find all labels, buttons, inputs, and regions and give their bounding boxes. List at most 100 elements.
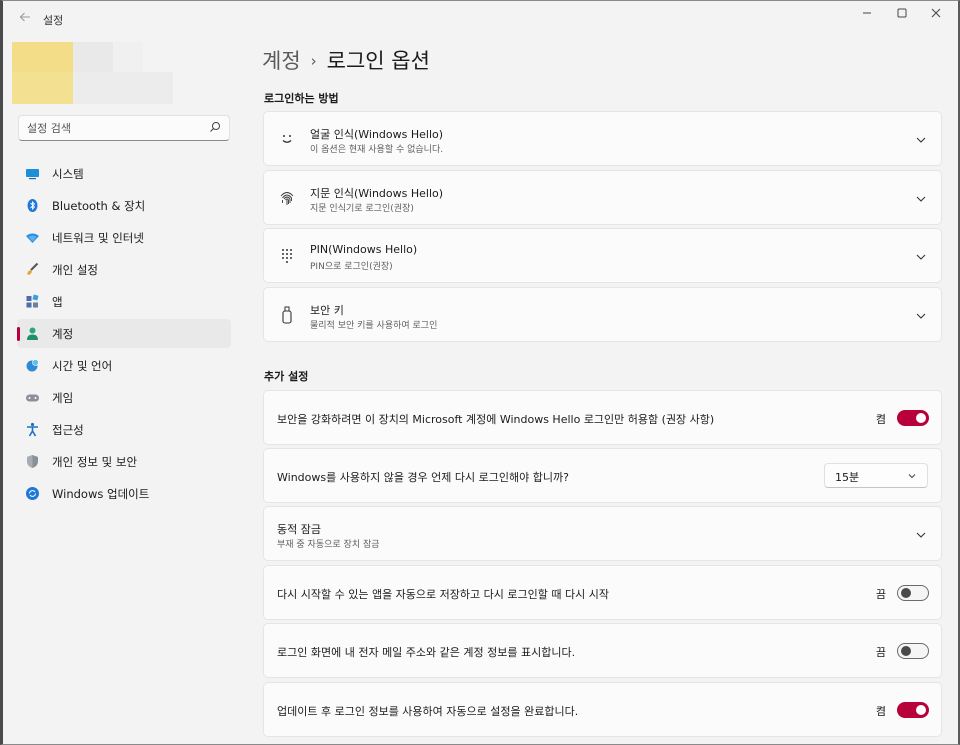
back-arrow-icon [19,12,30,22]
breadcrumb-parent[interactable]: 계정 [262,49,301,73]
close-icon [931,8,941,18]
brush-icon [27,262,39,275]
toggle-state-label: 켬 [875,705,886,718]
apps-icon [26,294,39,308]
maximize-icon [897,8,907,18]
sidebar-item-label: 개인 정보 및 보안 [52,455,138,469]
sidebar-item-privacy-security[interactable]: 개인 정보 및 보안 [17,447,231,476]
signin-fingerprint-card[interactable]: 지문 인식(Windows Hello) 지문 인식기로 로그인(권장) [263,170,942,225]
setting-label: 다시 시작할 수 있는 앱을 자동으로 저장하고 다시 로그인할 때 다시 시작 [277,588,609,601]
sidebar-item-label: 시간 및 언어 [52,359,113,373]
sidebar-item-accessibility[interactable]: 접근성 [17,415,231,444]
toggle-state-label: 끔 [875,646,886,659]
section-title-signin-methods: 로그인하는 방법 [264,92,339,105]
close-button[interactable] [920,5,952,23]
setting-label: 업데이트 후 로그인 정보를 사용하여 자동으로 설정을 완료합니다. [277,705,579,718]
card-subtitle: 물리적 보안 키를 사용하여 로그인 [310,321,438,331]
chevron-down-icon [916,532,926,538]
restart-apps-toggle[interactable] [897,585,929,601]
chevron-down-icon [916,137,926,143]
signin-security-key-card[interactable]: 보안 키 물리적 보안 키를 사용하여 로그인 [263,287,942,342]
bluetooth-icon [27,199,38,212]
show-email-setting-card: 로그인 화면에 내 전자 메일 주소와 같은 계정 정보를 표시합니다. 끔 [263,623,942,678]
show-email-toggle[interactable] [897,643,929,659]
away-signin-setting-card: Windows를 사용하지 않을 경우 언제 다시 로그인해야 합니까? 15분 [263,448,942,503]
globe-clock-icon [26,359,39,372]
sidebar-item-personalization[interactable]: 개인 설정 [17,255,231,284]
settings-search[interactable] [18,115,230,141]
app-title: 설정 [43,14,64,27]
card-title: 보안 키 [310,304,344,317]
sidebar-item-bluetooth[interactable]: Bluetooth & 장치 [17,191,231,220]
page-title: 로그인 옵션 [326,49,430,73]
setting-label: 보안을 강화하려면 이 장치의 Microsoft 계정에 Windows He… [277,413,715,426]
title-bar: 설정 [3,1,958,39]
dynamic-lock-card[interactable]: 동적 잠금 부재 중 자동으로 장치 잠금 [263,506,942,561]
security-key-icon [282,306,292,324]
sidebar-item-label: 네트워크 및 인터넷 [52,231,144,245]
sidebar-item-system[interactable]: 시스템 [17,159,231,188]
sidebar-item-accounts[interactable]: 계정 [17,319,231,348]
restart-apps-setting-card: 다시 시작할 수 있는 앱을 자동으로 저장하고 다시 로그인할 때 다시 시작… [263,565,942,620]
hello-only-setting-card: 보안을 강화하려면 이 장치의 Microsoft 계정에 Windows He… [263,390,942,445]
sidebar-item-label: 계정 [52,327,74,341]
settings-window: 설정 시스템 Bluetooth & 장치 네트워크 및 인터넷 [0,0,960,745]
sidebar-item-label: 개인 설정 [52,263,98,277]
sidebar-item-label: 시스템 [52,167,84,181]
card-title: 지문 인식(Windows Hello) [310,187,444,200]
face-icon [282,135,292,143]
system-icon [26,169,39,180]
sidebar-item-label: 앱 [52,295,63,309]
breadcrumb-separator: › [310,52,317,70]
chevron-down-icon [916,313,926,319]
shield-icon [27,455,38,468]
pin-keypad-icon [282,249,292,263]
toggle-state-label: 끔 [875,588,886,601]
sidebar-item-label: Bluetooth & 장치 [52,199,146,213]
hello-only-toggle[interactable] [897,410,929,426]
sidebar-item-gaming[interactable]: 게임 [17,383,231,412]
dropdown-value: 15분 [835,471,860,484]
search-input[interactable] [27,120,207,136]
fingerprint-icon [280,192,294,205]
after-update-toggle[interactable] [897,702,929,718]
card-subtitle: 부재 중 자동으로 장치 잠금 [277,540,380,550]
card-title: PIN(Windows Hello) [310,243,418,256]
maximize-button[interactable] [886,5,918,23]
sidebar-item-label: Windows 업데이트 [52,487,150,501]
card-subtitle: 지문 인식기로 로그인(권장) [310,204,414,214]
sidebar-item-apps[interactable]: 앱 [17,287,231,316]
signin-pin-card[interactable]: PIN(Windows Hello) PIN으로 로그인(권장) [263,228,942,283]
chevron-down-icon [908,474,916,479]
card-subtitle: PIN으로 로그인(권장) [310,262,393,272]
account-icon [27,327,38,340]
user-profile-blurred[interactable] [12,42,173,104]
toggle-state-label: 켬 [875,413,886,426]
sidebar-item-time-language[interactable]: 시간 및 언어 [17,351,231,380]
sidebar-item-network[interactable]: 네트워크 및 인터넷 [17,223,231,252]
minimize-button[interactable] [851,5,883,23]
section-title-additional: 추가 설정 [264,370,309,383]
away-timeout-dropdown[interactable]: 15분 [824,463,928,488]
back-button[interactable] [15,11,35,29]
card-title: 얼굴 인식(Windows Hello) [310,128,444,141]
chevron-down-icon [916,196,926,202]
breadcrumb: 계정 › 로그인 옵션 [262,45,430,75]
setting-label: Windows를 사용하지 않을 경우 언제 다시 로그인해야 합니까? [277,471,569,484]
sidebar-item-label: 게임 [52,391,74,405]
card-title: 동적 잠금 [277,523,321,536]
gamepad-icon [26,394,39,402]
signin-face-card[interactable]: 얼굴 인식(Windows Hello) 이 옵션은 현재 사용할 수 없습니다… [263,111,942,166]
card-subtitle: 이 옵션은 현재 사용할 수 없습니다. [310,145,444,155]
setting-label: 로그인 화면에 내 전자 메일 주소와 같은 계정 정보를 표시합니다. [277,646,576,659]
sidebar-item-windows-update[interactable]: Windows 업데이트 [17,479,231,508]
chevron-down-icon [916,254,926,260]
minimize-icon [863,12,871,14]
search-icon[interactable] [209,121,221,133]
network-icon [26,233,39,243]
accessibility-icon [27,422,38,437]
sidebar-item-label: 접근성 [52,423,84,437]
update-icon [26,487,39,500]
sidebar-nav: 시스템 Bluetooth & 장치 네트워크 및 인터넷 개인 설정 앱 계정… [17,159,231,511]
after-update-setting-card: 업데이트 후 로그인 정보를 사용하여 자동으로 설정을 완료합니다. 켬 [263,682,942,737]
